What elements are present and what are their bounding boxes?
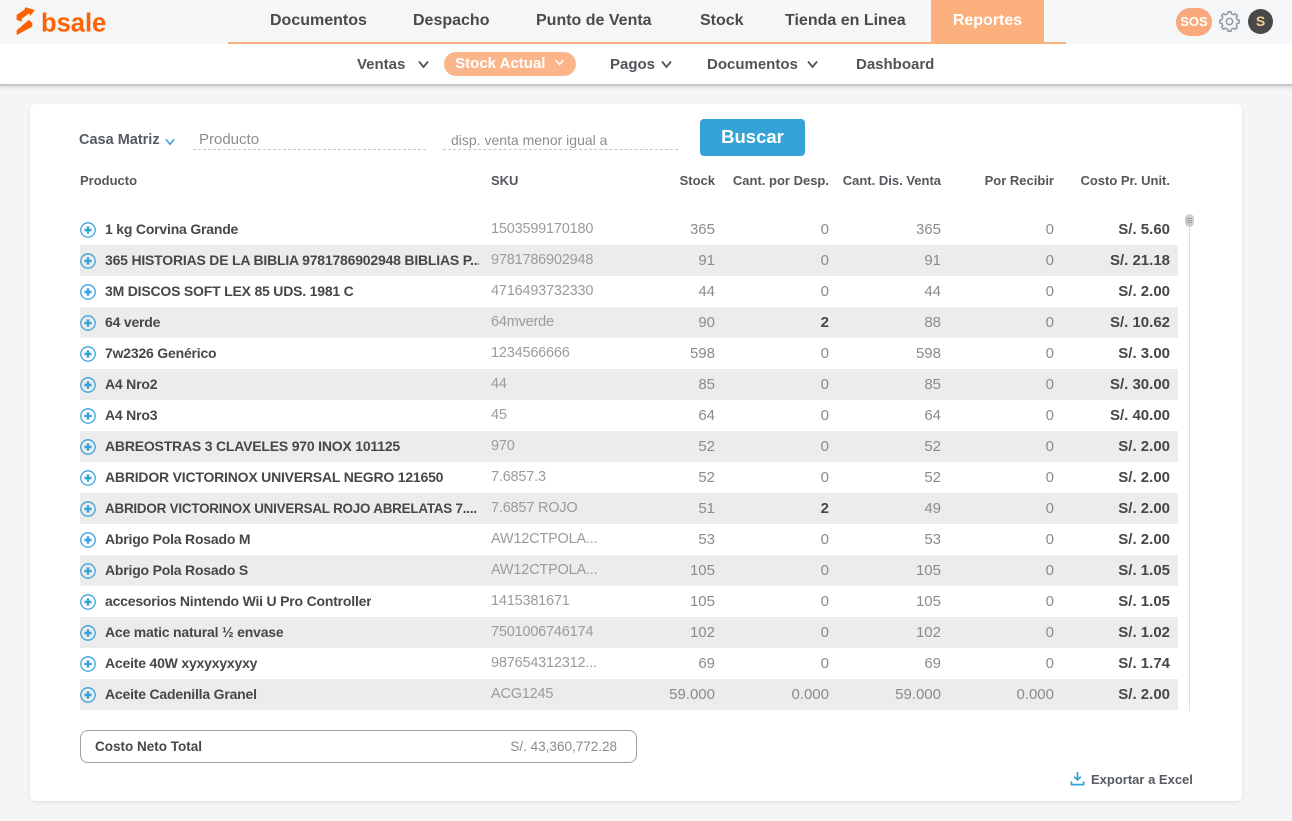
svg-text:bsale: bsale [41,10,106,36]
